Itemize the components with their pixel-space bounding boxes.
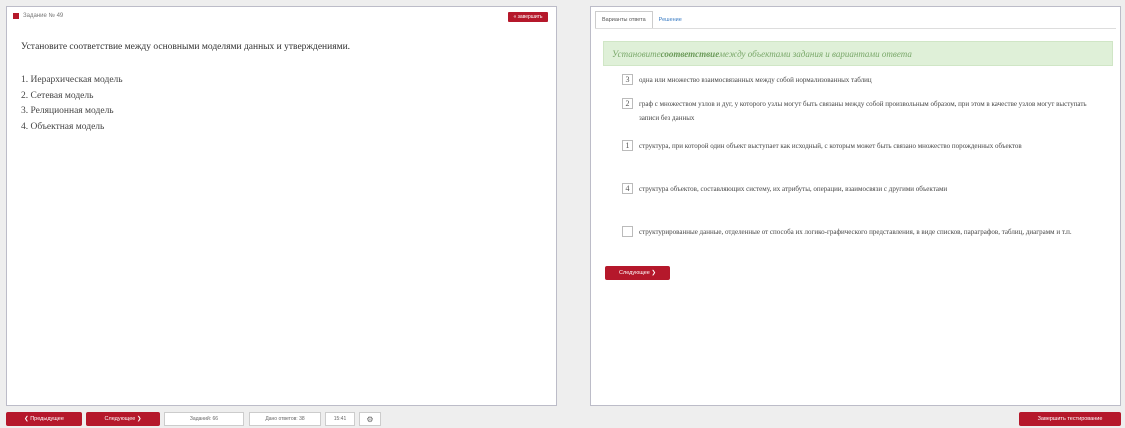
previous-button[interactable]: ❮ Предыдущее: [6, 412, 82, 426]
statement-text: одна или множество взаимосвязанных между…: [639, 76, 872, 84]
statement-text: структура объектов, составляющих систему…: [639, 185, 948, 193]
list-item: 4. Объектная модель: [21, 121, 105, 132]
statement-row: 4 структура объектов, составляющих систе…: [622, 182, 1107, 196]
statement-text: граф с множеством узлов и дуг, у которог…: [639, 100, 1087, 122]
task-panel: Задание № 49 « завершить Установите соот…: [6, 6, 557, 406]
answer-input[interactable]: 2: [622, 98, 633, 109]
instruction-text-post: между объектами задания и вариантами отв…: [719, 48, 912, 59]
list-item: 1. Иерархическая модель: [21, 75, 123, 85]
answer-input[interactable]: 1: [622, 140, 633, 151]
timer: 15:41: [325, 412, 355, 426]
statement-row: 2 граф с множеством узлов и дуг, у котор…: [622, 97, 1107, 125]
instruction-banner: Установите соответствие между объектами …: [603, 41, 1113, 66]
task-marker-icon: [13, 13, 19, 19]
list-item: 3. Реляционная модель: [21, 106, 114, 116]
list-item: 2. Сетевая модель: [21, 90, 94, 101]
model-list: 1. Иерархическая модель 2. Сетевая модел…: [21, 73, 123, 135]
instruction-text-bold: соответствие: [660, 48, 720, 59]
finish-test-button[interactable]: Завершить тестирование: [1019, 412, 1121, 426]
bottom-bar: ❮ Предыдущее Следующее ❯ Заданий: 66 Дан…: [0, 412, 1125, 428]
statement-text: структура, при которой один объект высту…: [639, 142, 1022, 150]
statement-text: структурированные данные, отделенные от …: [639, 228, 1072, 236]
answered-count: Дано ответов: 38: [249, 412, 321, 426]
next-button[interactable]: Следующее ❯: [605, 266, 670, 280]
task-header: Задание № 49: [7, 7, 556, 25]
statement-row: структурированные данные, отделенные от …: [622, 225, 1107, 239]
tasks-count: Заданий: 66: [164, 412, 244, 426]
answer-tabs: Варианты ответа Решение: [595, 11, 688, 29]
settings-button[interactable]: ⚙: [359, 412, 381, 426]
task-prompt: Установите соответствие между основными …: [21, 42, 351, 52]
answer-input[interactable]: 4: [622, 183, 633, 194]
answer-panel: Варианты ответа Решение Установите соотв…: [590, 6, 1121, 406]
gear-icon: ⚙: [366, 414, 374, 424]
tab-solution[interactable]: Решение: [653, 11, 688, 29]
statement-row: 1 структура, при которой один объект выс…: [622, 139, 1107, 153]
answer-input[interactable]: [622, 226, 633, 237]
tab-answer-options[interactable]: Варианты ответа: [595, 11, 653, 29]
task-number: Задание № 49: [23, 13, 64, 19]
finish-task-button[interactable]: « завершить: [508, 12, 548, 22]
statement-row: 3 одна или множество взаимосвязанных меж…: [622, 73, 1107, 87]
answer-input[interactable]: 3: [622, 74, 633, 85]
next-task-button[interactable]: Следующее ❯: [86, 412, 160, 426]
instruction-text-pre: Установите: [612, 48, 661, 59]
tabs-divider: [595, 28, 1116, 29]
